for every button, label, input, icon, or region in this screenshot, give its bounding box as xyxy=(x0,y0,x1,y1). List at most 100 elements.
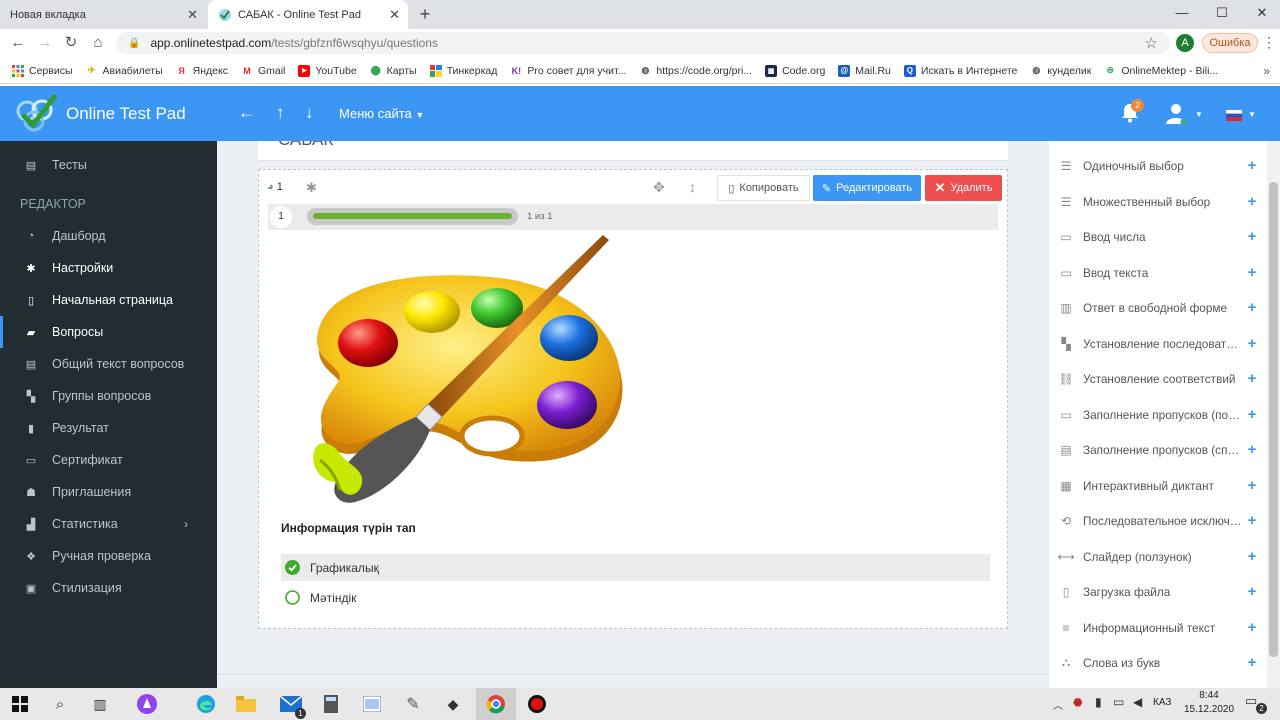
volume-icon[interactable]: ◀ xyxy=(1133,695,1142,709)
alice-icon[interactable] xyxy=(134,691,160,717)
question-type-item[interactable]: ⛬ Слова из букв + xyxy=(1057,645,1259,680)
question-type-item[interactable]: ⟷ Слайдер (ползунок) + xyxy=(1057,539,1259,574)
question-type-item[interactable]: ▚ Установление последоват… + xyxy=(1057,326,1259,361)
caret-down-icon[interactable]: ▼ xyxy=(1248,110,1256,119)
minimize-icon[interactable]: — xyxy=(1170,5,1194,23)
app-icon[interactable]: ◆ xyxy=(440,691,466,717)
bookmark-item[interactable]: ◍ https://code.org/pri... xyxy=(639,65,752,77)
plus-icon[interactable]: + xyxy=(1245,548,1259,565)
plus-icon[interactable]: + xyxy=(1245,441,1259,458)
bookmark-item[interactable]: K! Pro совет для учит... xyxy=(510,65,627,77)
plus-icon[interactable]: + xyxy=(1245,335,1259,352)
close-tab-icon[interactable]: ✕ xyxy=(187,7,198,23)
language-indicator[interactable]: КАЗ xyxy=(1153,697,1171,708)
question-type-item[interactable]: ▦ Интерактивный диктант + xyxy=(1057,468,1259,503)
question-type-item[interactable]: ≡ Информационный текст + xyxy=(1057,610,1259,645)
edge-icon[interactable] xyxy=(193,691,219,717)
sidebar-item-certificate[interactable]: ▭ Сертификат xyxy=(0,444,217,476)
sidebar-item-dashboard[interactable]: ◔ Дашборд xyxy=(0,220,217,252)
chrome-menu-icon[interactable]: ⋮ xyxy=(1262,34,1276,51)
answer-option[interactable]: Графикалық xyxy=(281,554,990,581)
arrow-down-icon[interactable]: ↓ xyxy=(305,103,314,123)
vertical-resize-icon[interactable]: ↕ xyxy=(689,179,696,195)
bookmark-item[interactable]: ▶ YouTube xyxy=(298,64,357,77)
chevron-up-icon[interactable]: ︿ xyxy=(1053,697,1063,712)
bookmark-item[interactable]: ⬤ Карты xyxy=(370,65,417,77)
sidebar-item-styling[interactable]: ▣ Стилизация xyxy=(0,572,217,604)
plus-icon[interactable]: + xyxy=(1245,299,1259,316)
russia-flag-icon[interactable] xyxy=(1226,109,1242,121)
paint-icon[interactable]: ✎ xyxy=(400,691,426,717)
sidebar-item-manual-check[interactable]: ❖ Ручная проверка xyxy=(0,540,217,572)
question-type-item[interactable]: ⛓ Установление соответствий + xyxy=(1057,361,1259,396)
bookmark-item[interactable]: @ Mail.Ru xyxy=(838,64,891,77)
question-weight[interactable]: ◕ 1 xyxy=(267,181,283,193)
plus-icon[interactable]: + xyxy=(1245,619,1259,636)
network-icon[interactable]: ▭ xyxy=(1113,695,1124,709)
plus-icon[interactable]: + xyxy=(1245,654,1259,671)
sidebar-item-tests[interactable]: ▤ Тесты xyxy=(0,149,217,181)
sidebar-item-questions[interactable]: ▰ Вопросы xyxy=(0,316,217,348)
sidebar-item-groups[interactable]: ▚ Группы вопросов xyxy=(0,380,217,412)
app-title[interactable]: Online Test Pad xyxy=(66,104,186,124)
browser-tab-new[interactable]: Новая вкладка ✕ xyxy=(0,0,206,29)
microphone-icon[interactable]: ▮ xyxy=(1095,695,1102,709)
reload-icon[interactable]: ↻ xyxy=(62,34,80,52)
bookmark-item[interactable]: Q Искать в Интернете xyxy=(903,64,1017,77)
search-icon[interactable]: ⌕ xyxy=(47,691,73,717)
sidebar-item-start-page[interactable]: ▯ Начальная страница xyxy=(0,284,217,316)
question-type-item[interactable]: ☰ Одиночный выбор + xyxy=(1057,148,1259,183)
task-view-icon[interactable]: ▥ xyxy=(87,691,113,717)
bookmark-item[interactable]: Сервисы xyxy=(12,64,73,77)
antivirus-icon[interactable]: ⬣ xyxy=(1073,696,1083,709)
plus-icon[interactable]: + xyxy=(1245,477,1259,494)
plus-icon[interactable]: + xyxy=(1245,228,1259,245)
bookmark-star-icon[interactable]: ☆ xyxy=(1145,34,1158,52)
question-type-item[interactable]: ▯ Загрузка файла + xyxy=(1057,574,1259,609)
asterisk-icon[interactable]: ✱ xyxy=(306,180,317,196)
new-tab-button[interactable]: + xyxy=(416,4,434,24)
plus-icon[interactable]: + xyxy=(1245,264,1259,281)
move-icon[interactable]: ✥ xyxy=(653,179,665,196)
forward-icon[interactable]: → xyxy=(36,34,54,52)
bookmark-item[interactable]: Я Яндекс xyxy=(176,65,228,77)
close-tab-icon[interactable]: ✕ xyxy=(389,7,400,23)
profile-avatar[interactable]: A xyxy=(1176,34,1194,52)
otp-logo-icon[interactable] xyxy=(16,94,60,134)
bookmark-item[interactable]: ◍ кунделик xyxy=(1030,65,1091,77)
question-type-item[interactable]: ⟲ Последовательное исключ… + xyxy=(1057,503,1259,538)
back-arrow-icon[interactable]: ← xyxy=(238,103,255,123)
sidebar-item-result[interactable]: ▮ Результат xyxy=(0,412,217,444)
user-icon[interactable] xyxy=(1165,102,1189,126)
scrollbar-thumb[interactable] xyxy=(1269,182,1278,657)
close-window-icon[interactable]: ✕ xyxy=(1250,5,1274,23)
chrome-icon[interactable] xyxy=(483,691,509,717)
maximize-icon[interactable]: ☐ xyxy=(1210,5,1234,23)
browser-tab-active[interactable]: САБАК - Online Test Pad ✕ xyxy=(208,0,408,29)
caret-down-icon[interactable]: ▼ xyxy=(1195,110,1203,119)
sidebar-item-invitations[interactable]: ☗ Приглашения xyxy=(0,476,217,508)
home-icon[interactable]: ⌂ xyxy=(89,34,107,52)
more-bookmarks-icon[interactable]: » xyxy=(1263,64,1270,78)
file-explorer-icon[interactable] xyxy=(233,691,259,717)
question-type-item[interactable]: ▥ Ответ в свободной форме + xyxy=(1057,290,1259,325)
bookmark-item[interactable]: ⊜ OnlineMektep - Bili... xyxy=(1104,65,1219,77)
delete-button[interactable]: ✕ Удалить xyxy=(925,175,1002,201)
question-type-item[interactable]: ▭ Ввод текста + xyxy=(1057,255,1259,290)
sync-error-button[interactable]: Ошибка xyxy=(1202,33,1258,53)
windows-start-icon[interactable] xyxy=(7,691,33,717)
bookmark-item[interactable]: Тинкеркад xyxy=(429,64,497,77)
notification-center-icon[interactable]: ▭ 2 xyxy=(1245,693,1267,714)
plus-icon[interactable]: + xyxy=(1245,370,1259,387)
back-icon[interactable]: ← xyxy=(9,34,27,52)
question-type-item[interactable]: ☰ Множественный выбор + xyxy=(1057,184,1259,219)
question-type-item[interactable]: ▤ Заполнение пропусков (сп… + xyxy=(1057,432,1259,467)
url-bar[interactable]: 🔒 app.onlinetestpad.com/tests/gbfznf6wsq… xyxy=(116,32,1170,54)
record-icon[interactable] xyxy=(524,691,550,717)
plus-icon[interactable]: + xyxy=(1245,193,1259,210)
answer-option[interactable]: Мәтіндік xyxy=(281,584,990,611)
sidebar-item-statistics[interactable]: ▟ Статистика › xyxy=(0,508,217,540)
sidebar-item-common-text[interactable]: ▤ Общий текст вопросов xyxy=(0,348,217,380)
bookmark-item[interactable]: M Gmail xyxy=(241,65,285,77)
edit-button[interactable]: ✎ Редактировать xyxy=(813,175,921,201)
